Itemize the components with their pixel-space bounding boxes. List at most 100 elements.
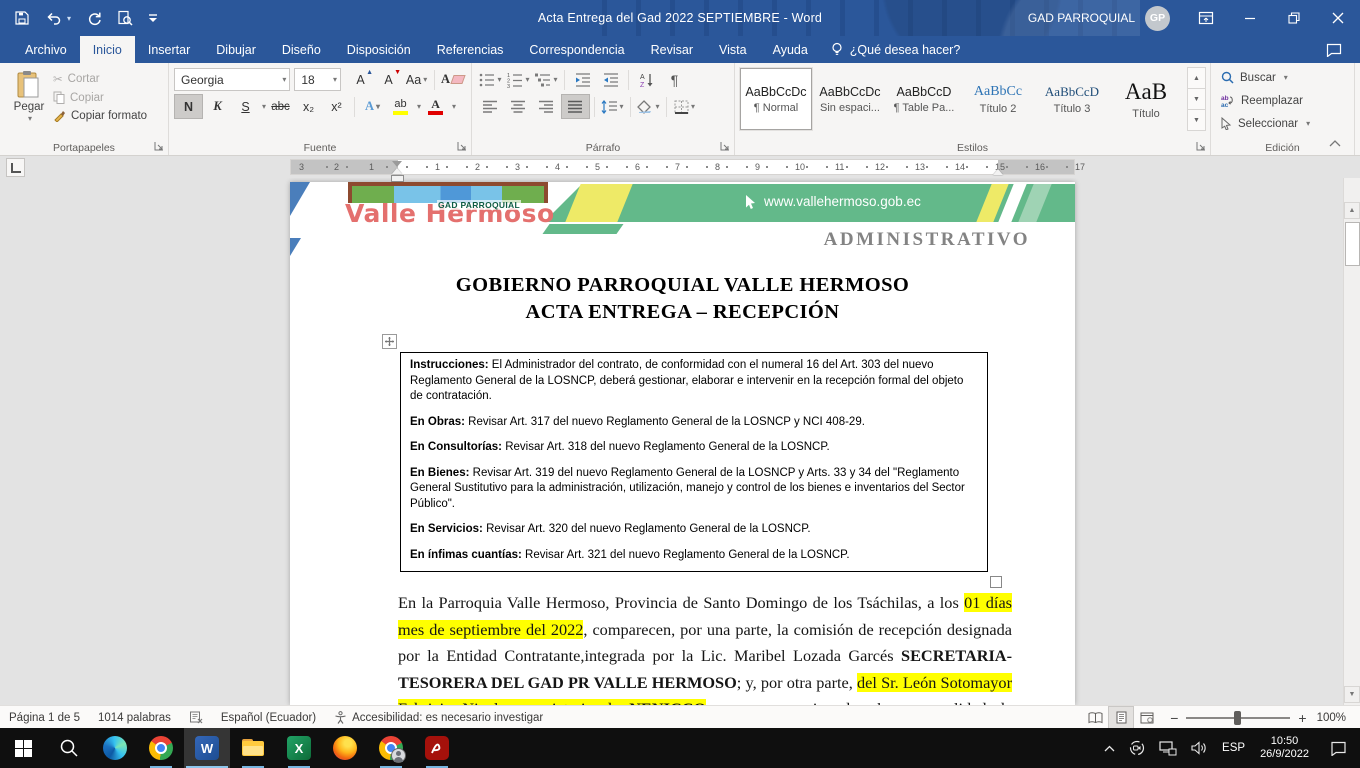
right-indent-marker[interactable] — [993, 169, 1003, 175]
scroll-up-arrow[interactable]: ▲ — [1344, 202, 1360, 219]
style--normal[interactable]: AaBbCcDc¶ Normal — [740, 68, 812, 130]
style-t-tulo-3[interactable]: AaBbCcDTítulo 3 — [1036, 68, 1108, 130]
styles-more-button[interactable]: ▼ — [1187, 109, 1206, 131]
taskbar-app-chrome[interactable] — [138, 728, 184, 768]
styles-dialog-launcher[interactable] — [1195, 140, 1207, 152]
numbering-button[interactable]: 123▾ — [505, 68, 532, 91]
tab-diseño[interactable]: Diseño — [269, 36, 334, 63]
clipboard-dialog-launcher[interactable] — [153, 140, 165, 152]
network-icon[interactable] — [1152, 728, 1184, 768]
tray-expand-button[interactable] — [1097, 728, 1122, 768]
ribbon-display-options-button[interactable] — [1184, 0, 1228, 36]
restore-button[interactable] — [1272, 0, 1316, 36]
tab-archivo[interactable]: Archivo — [12, 36, 80, 63]
table-move-handle[interactable] — [382, 334, 397, 349]
document-page[interactable]: www.vallehermoso.gob.ec Valle Hermoso GA… — [290, 182, 1075, 705]
first-line-indent-marker[interactable] — [392, 161, 402, 167]
bold-button[interactable]: N — [174, 94, 203, 119]
align-left-button[interactable] — [477, 95, 504, 118]
superscript-button[interactable]: x² — [323, 95, 350, 118]
zoom-out-button[interactable]: − — [1170, 710, 1178, 726]
bullets-button[interactable]: ▾ — [477, 68, 504, 91]
zoom-slider[interactable] — [1186, 717, 1290, 719]
table-resize-handle[interactable] — [990, 576, 1002, 588]
body-paragraph[interactable]: En la Parroquia Valle Hermoso, Provincia… — [398, 590, 1012, 705]
left-indent-marker[interactable] — [391, 175, 404, 182]
styles-scroll-up[interactable]: ▲ — [1187, 67, 1206, 89]
cut-button[interactable]: ✂Cortar — [53, 72, 147, 86]
tab-inicio[interactable]: Inicio — [80, 36, 135, 63]
proofing-status[interactable] — [180, 706, 212, 729]
styles-scroll-down[interactable]: ▼ — [1187, 88, 1206, 110]
multilevel-list-button[interactable]: ▾ — [533, 68, 560, 91]
taskbar-app-edge[interactable] — [92, 728, 138, 768]
taskbar-app-explorer[interactable] — [230, 728, 276, 768]
vertical-scrollbar[interactable]: ▲ ▼ — [1343, 178, 1360, 705]
meet-now-icon[interactable] — [1122, 728, 1152, 768]
account-avatar[interactable]: GP — [1145, 6, 1170, 31]
subscript-button[interactable]: x₂ — [295, 95, 322, 118]
tab-vista[interactable]: Vista — [706, 36, 760, 63]
paste-dropdown[interactable]: ▾ — [28, 114, 32, 123]
italic-button[interactable]: K — [204, 95, 231, 118]
ruler[interactable]: 3211234567891011121314151617 — [290, 159, 1075, 175]
save-button[interactable] — [14, 10, 30, 26]
tab-revisar[interactable]: Revisar — [638, 36, 706, 63]
tell-me-box[interactable]: ¿Qué desea hacer? — [831, 36, 961, 63]
underline-button[interactable]: S — [232, 95, 259, 118]
find-button[interactable]: Buscar▾ — [1221, 66, 1349, 89]
borders-button[interactable]: ▾ — [671, 95, 698, 118]
zoom-percentage[interactable]: 100% — [1317, 712, 1360, 724]
word-count[interactable]: 1014 palabras — [89, 706, 180, 729]
feedback-icon[interactable] — [1326, 36, 1342, 63]
scroll-down-arrow[interactable]: ▼ — [1344, 686, 1360, 703]
font-family-combo[interactable]: Georgia▾ — [174, 68, 290, 91]
strikethrough-button[interactable]: abc — [267, 95, 294, 118]
tab-stop-selector[interactable] — [6, 158, 25, 177]
account-name[interactable]: GAD PARROQUIAL — [1028, 11, 1135, 25]
scrollbar-thumb[interactable] — [1345, 222, 1360, 266]
customize-qat-button[interactable] — [148, 12, 158, 24]
line-spacing-button[interactable]: ▾ — [599, 95, 626, 118]
replace-button[interactable]: abac Reemplazar — [1221, 89, 1349, 112]
change-case-button[interactable]: Aa▾ — [403, 68, 430, 91]
show-paragraph-marks-button[interactable]: ¶ — [661, 68, 688, 91]
collapse-ribbon-button[interactable] — [1324, 135, 1346, 151]
tab-referencias[interactable]: Referencias — [424, 36, 517, 63]
start-button[interactable] — [0, 728, 46, 768]
highlight-color-button[interactable]: ab — [387, 95, 414, 118]
font-color-button[interactable]: A — [422, 95, 449, 118]
clear-formatting-button[interactable]: A — [439, 68, 466, 91]
minimize-button[interactable] — [1228, 0, 1272, 36]
style-t-tulo-2[interactable]: AaBbCcTítulo 2 — [962, 68, 1034, 130]
select-button[interactable]: Seleccionar▾ — [1221, 112, 1349, 135]
style-sin-espaci-[interactable]: AaBbCcDcSin espaci... — [814, 68, 886, 130]
align-center-button[interactable] — [505, 95, 532, 118]
page-indicator[interactable]: Página 1 de 5 — [0, 706, 89, 729]
print-preview-button[interactable] — [117, 10, 133, 26]
hanging-indent-marker[interactable] — [392, 168, 402, 174]
underline-dropdown[interactable]: ▾ — [262, 102, 266, 111]
paste-button[interactable]: Pegar ▾ — [5, 66, 53, 139]
font-dialog-launcher[interactable] — [456, 140, 468, 152]
decrease-indent-button[interactable] — [569, 68, 596, 91]
font-size-combo[interactable]: 18▾ — [294, 68, 341, 91]
clock[interactable]: 10:50 26/9/2022 — [1252, 735, 1317, 761]
font-color-dropdown[interactable]: ▾ — [452, 102, 456, 111]
tab-ayuda[interactable]: Ayuda — [760, 36, 821, 63]
instructions-box[interactable]: Instrucciones: El Administrador del cont… — [400, 352, 988, 572]
print-layout-button[interactable] — [1108, 706, 1134, 729]
volume-icon[interactable] — [1184, 728, 1215, 768]
tab-correspondencia[interactable]: Correspondencia — [516, 36, 637, 63]
taskbar-search-button[interactable] — [46, 728, 92, 768]
align-right-button[interactable] — [533, 95, 560, 118]
sort-button[interactable]: AZ — [633, 68, 660, 91]
action-center-button[interactable] — [1317, 728, 1360, 768]
accessibility-status[interactable]: Accesibilidad: es necesario investigar — [325, 706, 552, 729]
zoom-in-button[interactable]: + — [1298, 710, 1306, 726]
web-layout-button[interactable] — [1134, 706, 1160, 729]
tab-insertar[interactable]: Insertar — [135, 36, 203, 63]
taskbar-app-acrobat[interactable] — [414, 728, 460, 768]
highlight-dropdown[interactable]: ▾ — [417, 102, 421, 111]
tab-disposición[interactable]: Disposición — [334, 36, 424, 63]
